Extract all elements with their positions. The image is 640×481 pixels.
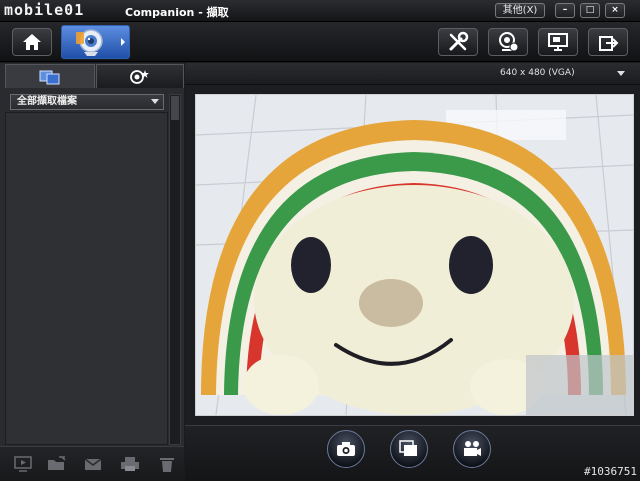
tools-button[interactable]: [438, 28, 478, 56]
home-icon: [23, 34, 41, 50]
open-folder-button[interactable]: [47, 455, 67, 473]
minimize-button[interactable]: –: [555, 3, 575, 18]
webcam-settings-button[interactable]: [488, 28, 528, 56]
scrollbar-thumb[interactable]: [171, 96, 179, 120]
file-filter-label: 全部擷取檔案: [17, 96, 77, 107]
capture-action-bar: [185, 425, 640, 481]
file-actions-bar: [0, 446, 184, 481]
file-filter-dropdown[interactable]: 全部擷取檔案: [10, 94, 164, 110]
webcam-settings-icon: [499, 32, 519, 52]
camera-icon: [337, 442, 355, 456]
record-video-button[interactable]: [453, 430, 491, 468]
open-folder-icon: [48, 456, 66, 470]
play-button[interactable]: [13, 455, 33, 473]
capture-mode-button[interactable]: [61, 25, 130, 59]
captured-file-list[interactable]: [5, 112, 168, 445]
webcam-preview: [195, 94, 634, 416]
watermark: #1036751: [584, 465, 637, 478]
burst-capture-button[interactable]: [390, 430, 428, 468]
tab-effects[interactable]: [96, 64, 184, 88]
file-list-scrollbar[interactable]: [169, 94, 181, 445]
delete-button[interactable]: [157, 455, 177, 473]
mobile01-logo: mobile01: [4, 1, 85, 19]
video-record-icon: [464, 441, 481, 456]
print-button[interactable]: [120, 455, 140, 473]
resolution-bar: 640 x 480 (VGA): [185, 63, 640, 85]
close-button[interactable]: ×: [605, 3, 625, 18]
resolution-selector[interactable]: 640 x 480 (VGA): [500, 68, 575, 78]
webcam-capture-icon: [76, 29, 103, 56]
print-icon: [121, 457, 139, 471]
maximize-button[interactable]: □: [580, 3, 600, 18]
right-panel: 640 x 480 (VGA): [185, 63, 640, 481]
email-icon: [84, 458, 102, 470]
home-button[interactable]: [12, 28, 52, 56]
preview-image: [196, 95, 633, 415]
email-button[interactable]: [84, 455, 104, 473]
play-icon: [14, 456, 32, 472]
take-photo-button[interactable]: [327, 430, 365, 468]
chevron-right-icon: [121, 38, 125, 46]
monitor-icon: [548, 33, 568, 51]
title-bar: mobile01 Companion - 擷取 其他(X) – □ ×: [0, 0, 640, 22]
display-button[interactable]: [538, 28, 578, 56]
other-menu-button[interactable]: 其他(X): [495, 3, 545, 18]
export-icon: [599, 36, 619, 51]
chevron-down-icon: [151, 99, 159, 104]
left-panel: 全部擷取檔案: [0, 63, 184, 481]
tools-icon: [449, 31, 469, 51]
burst-capture-icon: [399, 440, 417, 456]
main-toolbar: [0, 22, 640, 62]
files-icon: [39, 70, 60, 84]
trash-icon: [160, 457, 174, 472]
export-button[interactable]: [588, 28, 628, 56]
window-title: Companion - 擷取: [125, 6, 229, 19]
webcam-effects-icon: [130, 69, 149, 84]
chevron-down-icon[interactable]: [617, 71, 625, 76]
tab-captured-files[interactable]: [5, 64, 95, 88]
